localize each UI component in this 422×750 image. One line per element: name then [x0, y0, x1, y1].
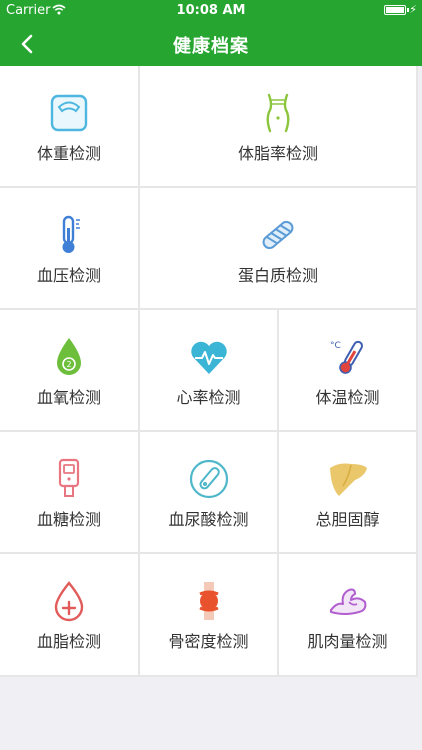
- heart-rate-icon: [188, 336, 230, 378]
- bone-joint-icon: [188, 580, 230, 622]
- page-title: 健康档案: [173, 36, 249, 57]
- tile-blood-glucose[interactable]: 血糖检测: [0, 432, 140, 554]
- scale-icon: [48, 92, 90, 134]
- oxygen-drop-icon: 2: [48, 336, 90, 378]
- temperature-thermometer-icon: °C: [327, 336, 369, 378]
- body-fat-waist-icon: [257, 92, 299, 134]
- tile-label: 血压检测: [36, 266, 101, 285]
- glucose-meter-icon: [48, 458, 90, 500]
- tile-label: 心率检测: [176, 388, 241, 407]
- tile-blood-pressure[interactable]: 血压检测: [0, 188, 140, 310]
- tile-label: 体脂率检测: [237, 144, 318, 163]
- tile-blood-oxygen[interactable]: 2 血氧检测: [0, 310, 140, 432]
- tile-label: 总胆固醇: [315, 510, 380, 529]
- svg-text:2: 2: [66, 360, 71, 369]
- tile-protein[interactable]: 蛋白质检测: [140, 188, 418, 310]
- tile-label: 骨密度检测: [168, 632, 249, 651]
- tile-label: 肌肉量检测: [307, 632, 388, 651]
- tile-bone-density[interactable]: 骨密度检测: [140, 554, 279, 677]
- tile-label: 体重检测: [36, 144, 101, 163]
- tile-blood-lipid[interactable]: 血脂检测: [0, 554, 140, 677]
- tile-label: 体温检测: [315, 388, 380, 407]
- nav-bar: 健康档案: [0, 22, 422, 66]
- uric-acid-icon: [188, 458, 230, 500]
- tile-body-temperature[interactable]: °C 体温检测: [279, 310, 418, 432]
- charging-icon: ⚡: [409, 3, 417, 16]
- battery-icon: [384, 5, 409, 15]
- tile-label: 血氧检测: [36, 388, 101, 407]
- svg-text:°C: °C: [330, 341, 341, 351]
- tile-label: 血尿酸检测: [168, 510, 249, 529]
- liver-icon: [327, 458, 369, 500]
- tile-label: 血糖检测: [36, 510, 101, 529]
- thermometer-gauge-icon: [48, 214, 90, 256]
- muscle-arm-icon: [327, 580, 369, 622]
- tile-total-cholesterol[interactable]: 总胆固醇: [279, 432, 418, 554]
- tile-label: 蛋白质检测: [237, 266, 318, 285]
- tile-muscle-mass[interactable]: 肌肉量检测: [279, 554, 418, 677]
- tile-label: 血脂检测: [36, 632, 101, 651]
- health-record-grid: 体重检测 体脂率检测 血压检测 蛋白质检测 2 血氧检测 心率检测 °C 体温检…: [0, 66, 422, 677]
- status-bar: Carrier 10:08 AM ⚡: [0, 0, 422, 22]
- blood-lipid-drop-icon: [48, 580, 90, 622]
- tile-body-fat[interactable]: 体脂率检测: [140, 66, 418, 188]
- tile-weight[interactable]: 体重检测: [0, 66, 140, 188]
- protein-strand-icon: [257, 214, 299, 256]
- tile-uric-acid[interactable]: 血尿酸检测: [140, 432, 279, 554]
- tile-heart-rate[interactable]: 心率检测: [140, 310, 279, 432]
- status-time: 10:08 AM: [176, 3, 246, 18]
